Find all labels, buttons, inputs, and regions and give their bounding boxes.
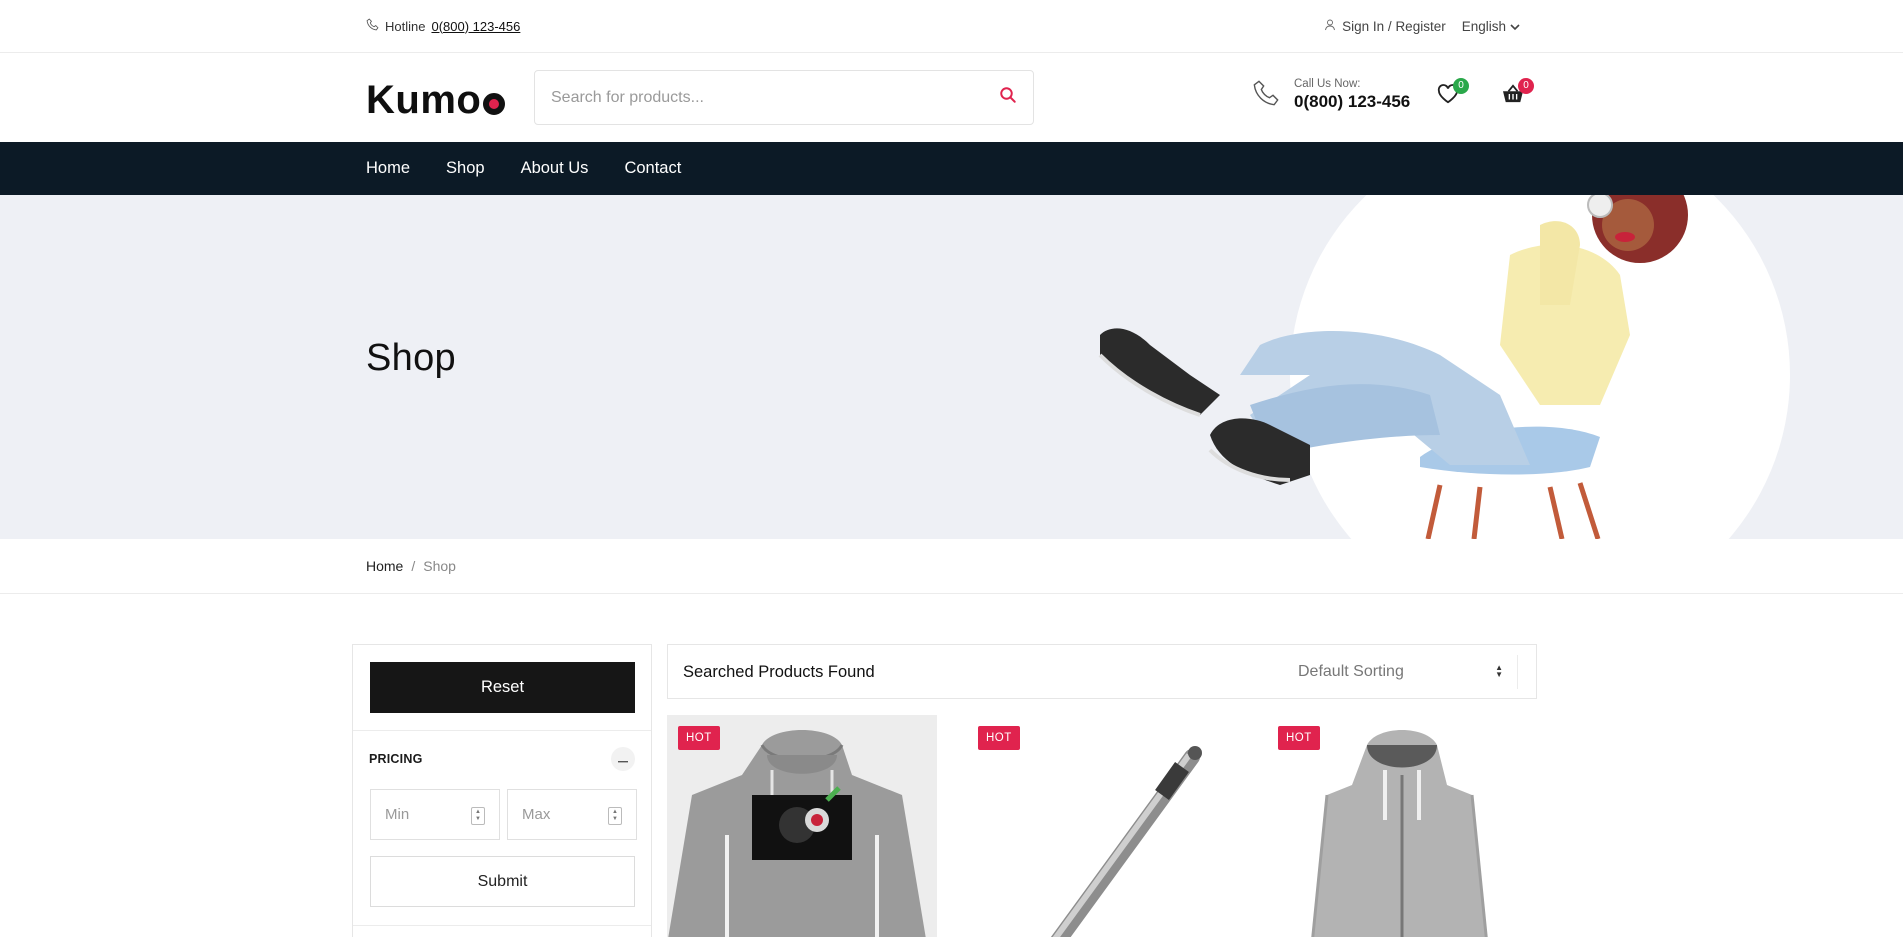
search-bar	[534, 70, 1034, 125]
min-price-field: ▲▼	[370, 789, 500, 840]
nav-item-shop[interactable]: Shop	[446, 159, 485, 178]
filter-sidebar: Reset PRICING ▲▼ ▲▼ Submit	[352, 644, 652, 937]
logo[interactable]: Kumo	[366, 78, 506, 123]
product-card[interactable]: HOT	[667, 715, 937, 937]
hot-badge: HOT	[1278, 726, 1320, 750]
phone-icon	[366, 18, 379, 34]
product-card[interactable]: HOT	[967, 715, 1237, 937]
hero-woman-illustration	[1098, 195, 1790, 539]
cart-count-badge: 0	[1518, 78, 1534, 94]
language-label: English	[1461, 18, 1506, 34]
hero-banner: Shop	[0, 195, 1903, 539]
logo-dot-icon	[483, 92, 506, 115]
submit-price-button[interactable]: Submit	[370, 856, 635, 907]
call-us-now: Call Us Now: 0(800) 123-456	[1252, 78, 1410, 112]
min-price-stepper[interactable]: ▲ ▼	[471, 807, 485, 825]
sign-in-label: Sign In / Register	[1342, 18, 1446, 34]
nav-item-about-us[interactable]: About Us	[521, 159, 589, 178]
breadcrumb: Home / Shop	[0, 539, 1903, 594]
chevron-down-icon	[1510, 19, 1520, 34]
search-icon	[999, 86, 1017, 109]
top-bar: Hotline 0(800) 123-456 Sign In / Registe…	[0, 0, 1903, 53]
sign-in-register-link[interactable]: Sign In / Register	[1324, 18, 1446, 34]
page-title: Shop	[366, 337, 456, 379]
hotline-label: Hotline	[385, 18, 426, 34]
nav-item-home[interactable]: Home	[366, 159, 410, 178]
header: Kumo Call Us Now: 0(800) 123-456 0 0	[0, 54, 1903, 142]
logo-text: Kumo	[366, 78, 482, 122]
hot-badge: HOT	[978, 726, 1020, 750]
hotline: Hotline 0(800) 123-456	[366, 18, 520, 34]
hot-badge: HOT	[678, 726, 720, 750]
divider	[353, 730, 651, 731]
main-nav: Home Shop About Us Contact	[0, 142, 1903, 195]
sort-select[interactable]: Default Sorting ▲ ▼	[1298, 655, 1518, 689]
call-number[interactable]: 0(800) 123-456	[1294, 92, 1410, 112]
max-price-stepper[interactable]: ▲ ▼	[608, 807, 622, 825]
phone-call-icon	[1252, 79, 1280, 112]
wishlist-button[interactable]: 0	[1437, 78, 1469, 109]
breadcrumb-home-link[interactable]: Home	[366, 558, 403, 574]
min-price-input[interactable]	[385, 806, 465, 823]
reset-button[interactable]: Reset	[370, 662, 635, 713]
hotline-number-link[interactable]: 0(800) 123-456	[431, 19, 520, 34]
user-icon	[1324, 18, 1336, 34]
sort-arrows-icon: ▲ ▼	[1495, 663, 1503, 679]
minus-icon	[618, 750, 628, 768]
wishlist-count-badge: 0	[1453, 78, 1469, 94]
call-label: Call Us Now:	[1294, 78, 1361, 90]
heart-icon	[1437, 84, 1459, 108]
basket-icon	[1502, 84, 1524, 108]
product-card[interactable]: HOT	[1267, 715, 1537, 937]
collapse-pricing-button[interactable]	[611, 747, 635, 771]
max-price-field: ▲▼	[507, 789, 637, 840]
pricing-title: PRICING	[369, 752, 423, 766]
cart-button[interactable]: 0	[1502, 78, 1534, 109]
search-button[interactable]	[983, 71, 1033, 124]
sort-value: Default Sorting	[1298, 663, 1404, 680]
breadcrumb-separator: /	[411, 558, 416, 574]
results-found-label: Searched Products Found	[683, 663, 875, 681]
breadcrumb-current: Shop	[423, 558, 456, 574]
language-dropdown[interactable]: English	[1462, 19, 1520, 34]
results-toolbar: Searched Products Found Default Sorting …	[667, 644, 1537, 699]
nav-item-contact[interactable]: Contact	[624, 159, 681, 178]
divider	[353, 925, 651, 926]
search-input[interactable]	[535, 71, 983, 124]
max-price-input[interactable]	[522, 806, 602, 823]
